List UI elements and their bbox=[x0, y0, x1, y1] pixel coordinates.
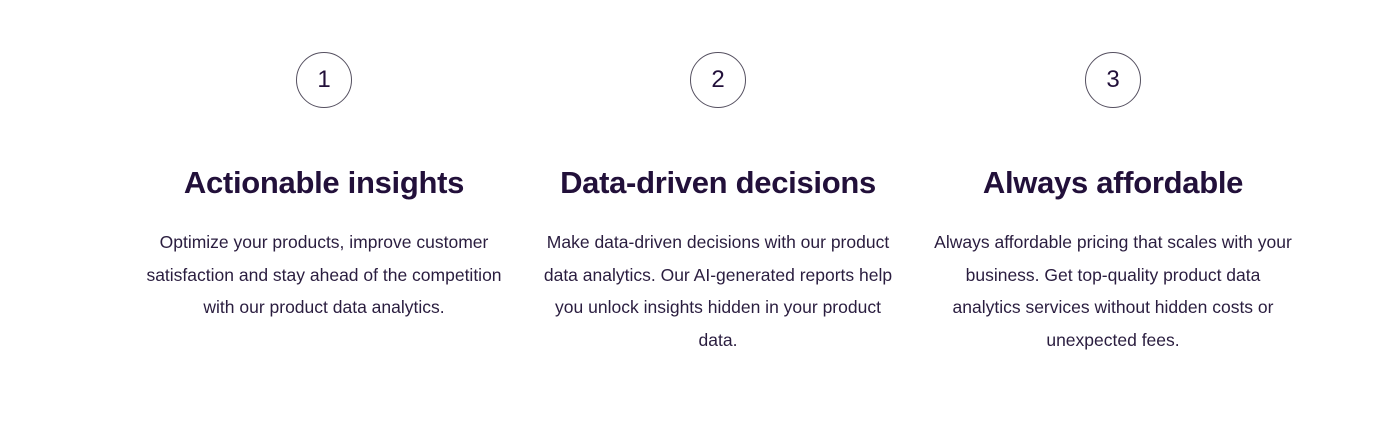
features-section: 1 Actionable insights Optimize your prod… bbox=[0, 0, 1380, 448]
feature-card-always-affordable: 3 Always affordable Always affordable pr… bbox=[928, 52, 1298, 356]
step-number-badge: 3 bbox=[1085, 52, 1141, 108]
step-number-badge: 2 bbox=[690, 52, 746, 108]
feature-description: Optimize your products, improve customer… bbox=[146, 232, 502, 317]
feature-title: Actionable insights bbox=[183, 165, 465, 200]
feature-description: Make data-driven decisions with our prod… bbox=[543, 232, 893, 350]
feature-card-data-driven-decisions: 2 Data-driven decisions Make data-driven… bbox=[533, 52, 903, 356]
feature-title: Always affordable bbox=[982, 165, 1244, 200]
feature-card-actionable-insights: 1 Actionable insights Optimize your prod… bbox=[139, 52, 509, 324]
step-number-badge: 1 bbox=[296, 52, 352, 108]
feature-description: Always affordable pricing that scales wi… bbox=[934, 232, 1292, 350]
feature-title: Data-driven decisions bbox=[560, 165, 876, 200]
